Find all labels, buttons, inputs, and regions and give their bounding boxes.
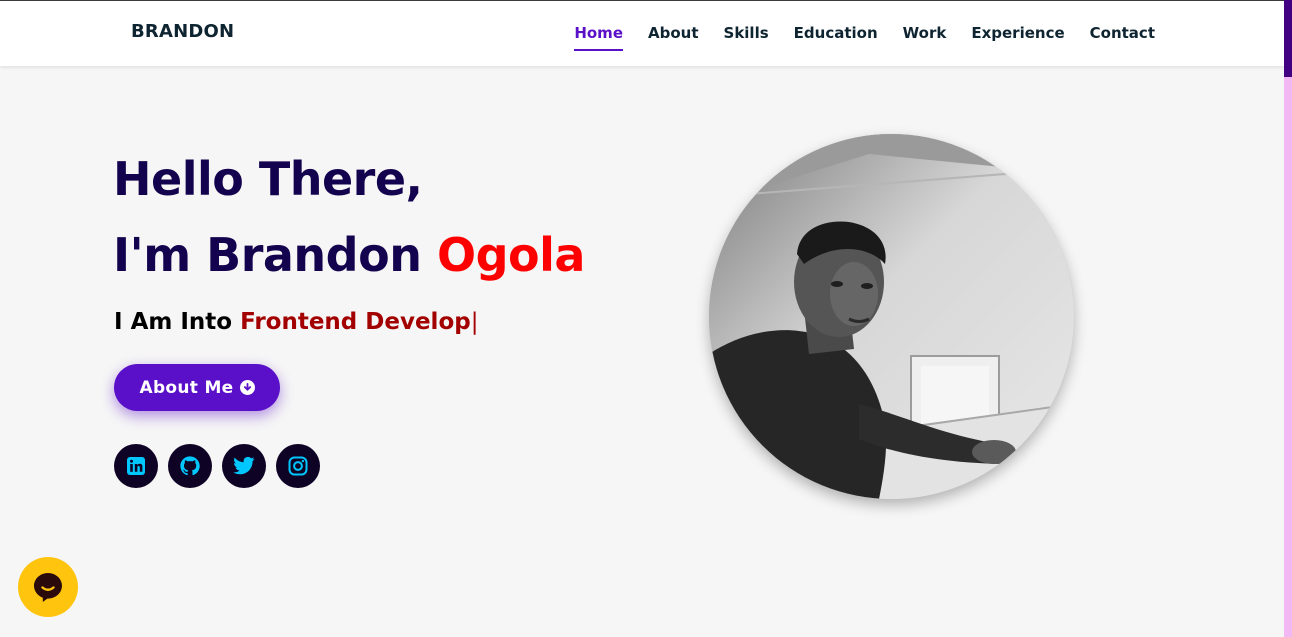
instagram-icon (288, 456, 308, 476)
chat-widget-button[interactable] (18, 557, 78, 617)
social-links (114, 444, 320, 488)
arrow-circle-down-icon (239, 380, 255, 395)
profile-photo (709, 134, 1074, 499)
typing-text: Frontend Develop (240, 309, 471, 335)
github-link[interactable] (168, 444, 212, 488)
page: BRANDON Home About Skills Education Work… (0, 0, 1292, 637)
nav-link-experience[interactable]: Experience (971, 22, 1064, 51)
brand-logo[interactable]: BRANDON (131, 21, 234, 42)
scrollbar-thumb[interactable] (1284, 0, 1292, 77)
github-icon (180, 456, 200, 476)
navbar: BRANDON Home About Skills Education Work… (0, 1, 1284, 66)
about-me-label: About Me (139, 377, 234, 398)
profile-photo-illustration (709, 134, 1074, 499)
twitter-icon (233, 456, 255, 475)
hero-name-accent: Ogola (436, 228, 585, 282)
hero-name-first: I'm Brandon (113, 228, 437, 282)
instagram-link[interactable] (276, 444, 320, 488)
nav-link-about[interactable]: About (648, 22, 699, 51)
typing-cursor: | (470, 309, 479, 335)
linkedin-link[interactable] (114, 444, 158, 488)
nav-links: Home About Skills Education Work Experie… (574, 22, 1155, 51)
nav-link-education[interactable]: Education (794, 22, 878, 51)
hero-name: I'm Brandon Ogola (113, 228, 585, 282)
nav-link-skills[interactable]: Skills (724, 22, 769, 51)
twitter-link[interactable] (222, 444, 266, 488)
typing-line: I Am Into Frontend Develop| (114, 309, 478, 335)
nav-link-work[interactable]: Work (903, 22, 947, 51)
nav-link-contact[interactable]: Contact (1090, 22, 1155, 51)
chat-bubble-icon (34, 573, 62, 602)
linkedin-icon (127, 457, 145, 475)
page-scrollbar[interactable] (1284, 0, 1292, 637)
nav-link-home[interactable]: Home (574, 22, 623, 51)
about-me-button[interactable]: About Me (114, 364, 280, 411)
hero-greeting: Hello There, (113, 152, 423, 206)
typing-prefix: I Am Into (114, 309, 241, 335)
